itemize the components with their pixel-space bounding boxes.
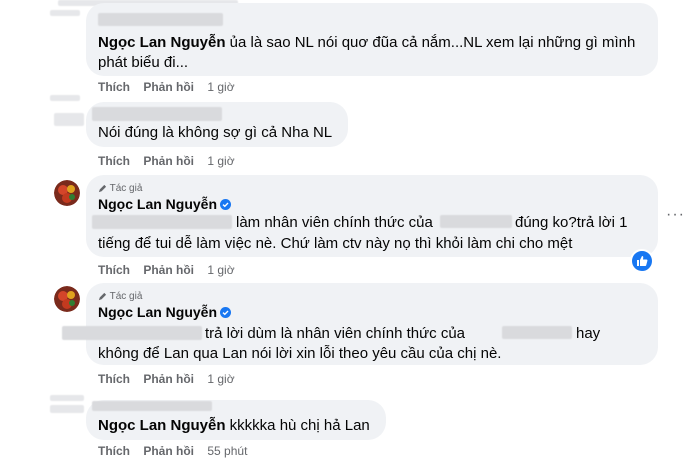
redacted-company: [502, 326, 572, 339]
like-reaction-icon[interactable]: [630, 249, 654, 273]
more-options-icon[interactable]: ···: [666, 206, 685, 224]
author-name[interactable]: Ngọc Lan Nguyễn: [98, 34, 226, 51]
comment-actions: Thích Phản hồi 55 phút: [98, 444, 247, 458]
like-button[interactable]: Thích: [98, 263, 130, 277]
comment-time[interactable]: 1 giờ: [207, 80, 234, 94]
reply-button[interactable]: Phản hồi: [143, 80, 194, 94]
comment-time[interactable]: 1 giờ: [207, 372, 234, 386]
redacted-avatar: [50, 10, 80, 16]
comment-actions: Thích Phản hồi 1 giờ: [98, 80, 235, 94]
reply-button[interactable]: Phản hồi: [143, 372, 194, 386]
pencil-icon: [98, 183, 110, 194]
author-name[interactable]: Ngọc Lan Nguyễn: [98, 196, 232, 212]
comment-actions: Thích Phản hồi 1 giờ: [98, 154, 235, 168]
redacted-avatar: [50, 405, 84, 413]
reply-button[interactable]: Phản hồi: [143, 263, 194, 277]
redacted-avatar: [54, 113, 84, 126]
comment-text: trả lời dùm là nhân viên chính thức của: [205, 325, 466, 342]
author-name[interactable]: Ngọc Lan Nguyễn: [98, 417, 226, 434]
comment-text: làm nhân viên chính thức của: [236, 214, 433, 231]
comment-text: hay: [576, 325, 601, 342]
author-avatar[interactable]: [54, 286, 80, 312]
comment-text: Nói đúng là không sợ gì cả Nha NL: [98, 124, 333, 141]
reply-button[interactable]: Phản hồi: [143, 444, 194, 458]
author-tag: Tác giả: [98, 291, 142, 302]
comment-time[interactable]: 1 giờ: [207, 263, 234, 277]
redacted-name: [98, 13, 223, 26]
redacted-mention: [62, 326, 202, 340]
like-button[interactable]: Thích: [98, 154, 130, 168]
verified-badge-icon: [220, 306, 232, 318]
comment-text: đúng ko?trả lời 1: [515, 214, 628, 231]
comment-text-line2: tiếng để tui dễ làm việc nè. Chứ làm ctv…: [98, 235, 573, 252]
pencil-icon: [98, 291, 110, 302]
author-tag: Tác giả: [98, 183, 142, 194]
redacted-company: [440, 215, 512, 228]
redacted-name: [92, 107, 222, 121]
redacted-name: [92, 401, 212, 411]
like-button[interactable]: Thích: [98, 372, 130, 386]
like-button[interactable]: Thích: [98, 80, 130, 94]
reply-button[interactable]: Phản hồi: [143, 154, 194, 168]
redacted-avatar: [50, 395, 84, 401]
comment-text: Ngọc Lan Nguyễn kkkkka hù chị hả Lan: [98, 417, 370, 434]
redacted-mention: [92, 215, 232, 229]
verified-badge-icon: [220, 198, 232, 210]
author-name[interactable]: Ngọc Lan Nguyễn: [98, 304, 232, 320]
comment-actions: Thích Phản hồi 1 giờ: [98, 372, 235, 386]
comment-time[interactable]: 55 phút: [207, 444, 247, 458]
comment-actions: Thích Phản hồi 1 giờ: [98, 263, 235, 277]
author-avatar[interactable]: [54, 180, 80, 206]
comment-text-line2: phát biểu đi...: [98, 54, 189, 71]
comment-time[interactable]: 1 giờ: [207, 154, 234, 168]
comment-text: Ngọc Lan Nguyễn ủa là sao NL nói quơ đũa…: [98, 34, 636, 51]
comment-text-line2: không để Lan qua Lan nói lời xin lỗi the…: [98, 345, 502, 362]
like-button[interactable]: Thích: [98, 444, 130, 458]
redacted-avatar: [50, 95, 80, 101]
